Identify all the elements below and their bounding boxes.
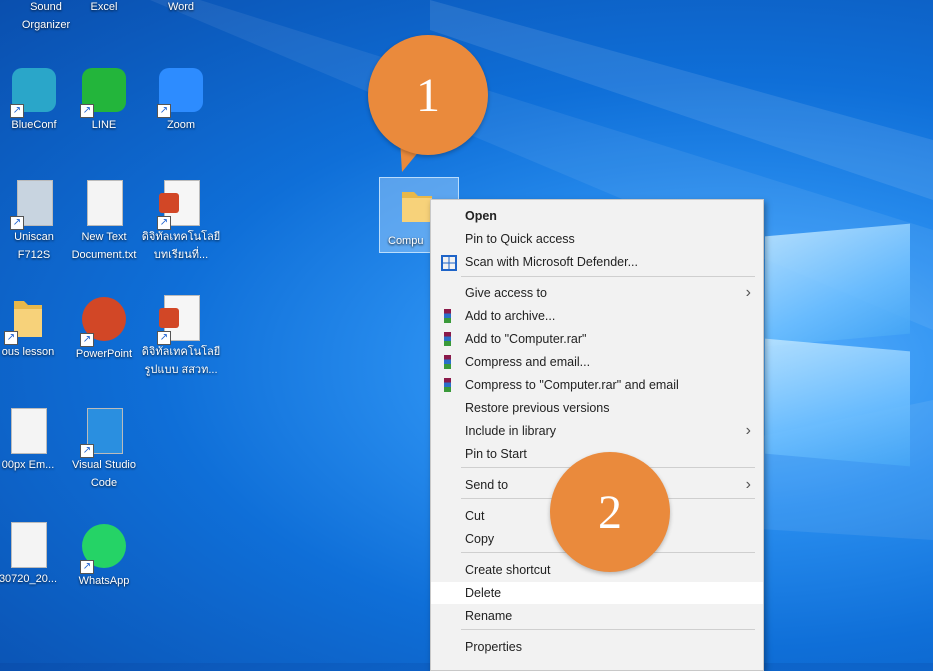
text-file-icon xyxy=(82,180,126,228)
vscode-icon: ↗ xyxy=(80,408,126,458)
folder-icon: ↗ xyxy=(4,295,50,345)
shortcut-arrow-icon: ↗ xyxy=(80,444,94,458)
step-callout-1: 1 xyxy=(368,35,488,155)
menu-item-give-access-to[interactable]: Give access to › xyxy=(431,282,763,304)
desktop-icon-label: Word xyxy=(167,1,195,13)
desktop-icon-word[interactable]: Word xyxy=(135,0,227,16)
menu-item-label: Scan with Microsoft Defender... xyxy=(465,255,638,269)
desktop-icon-label: Visual Studio Code xyxy=(71,459,136,489)
menu-item-label: Add to "Computer.rar" xyxy=(465,332,587,346)
menu-item-label: Copy xyxy=(465,532,495,546)
shortcut-arrow-icon: ↗ xyxy=(10,104,24,118)
folder-label: Compu xyxy=(388,235,424,247)
desktop-icon-pptx-2[interactable]: ↗ ดิจิทัลเทคโนโลยี รูปแบบ สสวท... xyxy=(135,295,227,379)
menu-item-label: Pin to Start xyxy=(465,447,527,461)
menu-item-label: Properties xyxy=(465,640,522,654)
menu-item-label: Restore previous versions xyxy=(465,401,610,415)
chevron-right-icon: › xyxy=(745,422,751,439)
menu-item-scan-with-microsoft-defender[interactable]: Scan with Microsoft Defender... xyxy=(431,251,763,273)
menu-item-pin-to-quick-access[interactable]: Pin to Quick access xyxy=(431,228,763,250)
shortcut-arrow-icon: ↗ xyxy=(10,216,24,230)
menu-item-add-to-computer-rar[interactable]: Add to "Computer.rar" xyxy=(431,328,763,350)
shortcut-arrow-icon: ↗ xyxy=(80,333,94,347)
menu-separator xyxy=(461,629,755,630)
zoom-icon: ↗ xyxy=(157,68,203,118)
shortcut-arrow-icon: ↗ xyxy=(157,331,171,345)
powerpoint-icon: ↗ xyxy=(80,297,126,347)
windows-logo-pane xyxy=(765,338,910,467)
media-file-icon xyxy=(6,522,50,570)
menu-item-delete[interactable]: Delete xyxy=(431,582,763,604)
chevron-right-icon: › xyxy=(745,284,751,301)
desktop-icon-label: ดิจิทัลเทคโนโลยี รูปแบบ สสวท... xyxy=(141,346,221,376)
menu-item-restore-previous-versions[interactable]: Restore previous versions xyxy=(431,397,763,419)
menu-item-label: Delete xyxy=(465,586,502,600)
menu-item-open[interactable]: Open xyxy=(431,205,763,227)
shortcut-arrow-icon: ↗ xyxy=(4,331,18,345)
desktop-icon-label: ดิจิทัลเทคโนโลยี บทเรียนที่... xyxy=(141,231,221,261)
menu-item-label: Give access to xyxy=(465,286,547,300)
defender-icon xyxy=(441,255,457,271)
step-callout-2: 2 xyxy=(550,452,670,572)
menu-item-add-to-archive[interactable]: Add to archive... xyxy=(431,305,763,327)
windows-logo-pane xyxy=(765,223,910,347)
menu-item-include-in-library[interactable]: Include in library › xyxy=(431,420,763,442)
desktop-icon-whatsapp[interactable]: ↗ WhatsApp xyxy=(58,522,150,590)
powerpoint-file-icon: ↗ xyxy=(157,180,203,230)
menu-item-label: Send to xyxy=(465,478,509,492)
menu-item-label: Rename xyxy=(465,609,513,623)
menu-item-compress-and-email[interactable]: Compress and email... xyxy=(431,351,763,373)
desktop-icon-pptx-1[interactable]: ↗ ดิจิทัลเทคโนโลยี บทเรียนที่... xyxy=(135,180,227,264)
powerpoint-file-icon: ↗ xyxy=(157,295,203,345)
desktop-icon-vscode[interactable]: ↗ Visual Studio Code xyxy=(58,408,150,492)
menu-item-label: Open xyxy=(465,209,497,223)
menu-item-label: Add to archive... xyxy=(465,309,556,323)
menu-item-label: Cut xyxy=(465,509,485,523)
line-icon: ↗ xyxy=(80,68,126,118)
menu-item-label: Compress and email... xyxy=(465,355,591,369)
winrar-icon xyxy=(444,378,451,392)
menu-item-rename[interactable]: Rename xyxy=(431,605,763,627)
shortcut-arrow-icon: ↗ xyxy=(80,560,94,574)
scanner-icon: ↗ xyxy=(10,180,56,230)
whatsapp-icon: ↗ xyxy=(80,524,126,574)
desktop-icon-label: WhatsApp xyxy=(78,575,130,587)
folder-icon xyxy=(400,186,434,224)
shortcut-arrow-icon: ↗ xyxy=(157,104,171,118)
menu-item-label: Create shortcut xyxy=(465,563,551,577)
desktop-icon-zoom[interactable]: ↗ Zoom xyxy=(135,66,227,134)
menu-item-label: Pin to Quick access xyxy=(465,232,575,246)
shortcut-arrow-icon: ↗ xyxy=(157,216,171,230)
people-icon: ↗ xyxy=(10,68,56,118)
menu-item-properties[interactable]: Properties xyxy=(431,636,763,658)
menu-item-compress-to-computer-rar-and-email[interactable]: Compress to "Computer.rar" and email xyxy=(431,374,763,396)
winrar-icon xyxy=(444,309,451,323)
winrar-icon xyxy=(444,355,451,369)
desktop-icon-label: Zoom xyxy=(166,119,196,131)
shortcut-arrow-icon: ↗ xyxy=(80,104,94,118)
chevron-right-icon: › xyxy=(745,476,751,493)
menu-item-label: Include in library xyxy=(465,424,557,438)
menu-separator xyxy=(461,276,755,277)
winrar-icon xyxy=(444,332,451,346)
menu-item-label: Compress to "Computer.rar" and email xyxy=(465,378,679,392)
image-file-icon xyxy=(6,408,50,456)
context-menu: Open Pin to Quick access Scan with Microso… xyxy=(430,199,764,671)
